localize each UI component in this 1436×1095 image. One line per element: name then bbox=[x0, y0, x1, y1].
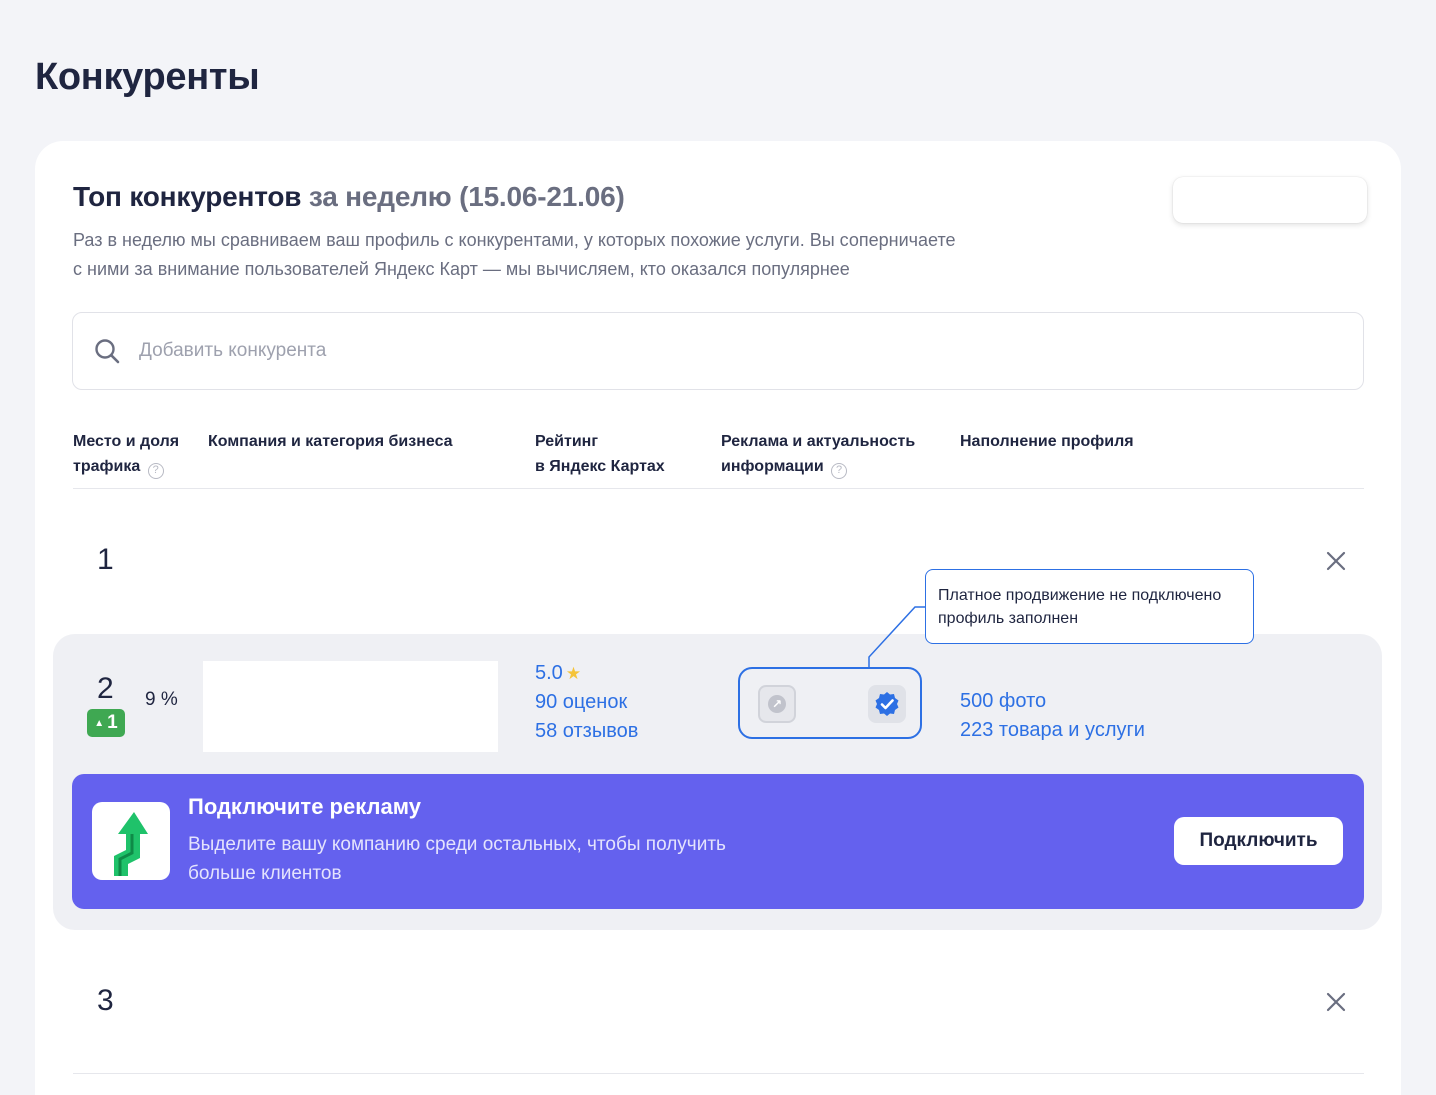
row-3-rank: 3 bbox=[97, 984, 114, 1017]
column-header-rating-line1: Рейтинг bbox=[535, 433, 599, 450]
column-header-rating-line2: в Яндекс Картах bbox=[535, 458, 665, 475]
arrow-up-right-icon: ↗ bbox=[768, 695, 786, 713]
promo-text-line2: больше клиентов bbox=[188, 863, 342, 884]
column-header-ads-line2: информации bbox=[721, 458, 824, 475]
ads-status-tooltip: Платное продвижение не подключено профил… bbox=[925, 569, 1254, 644]
rating-value-wrap[interactable]: 5.0 ★ bbox=[535, 659, 638, 688]
card-title: Топ конкурентов за неделю (15.06-21.06) bbox=[73, 181, 625, 213]
tooltip-line1: Платное продвижение не подключено bbox=[938, 587, 1222, 604]
help-icon[interactable]: ? bbox=[831, 463, 848, 479]
check-badge-icon bbox=[875, 692, 899, 716]
column-header-place-line2: трафика bbox=[73, 458, 141, 475]
row-2-rank: 2 bbox=[97, 672, 114, 705]
card-description: Раз в неделю мы сравниваем ваш профиль с… bbox=[73, 226, 1033, 284]
promotion-status-icon: ↗ bbox=[758, 685, 796, 723]
close-icon[interactable] bbox=[1325, 991, 1347, 1013]
rating-block: 5.0 ★ 90 оценок 58 отзывов bbox=[535, 659, 638, 746]
card-title-period: за неделю (15.06-21.06) bbox=[308, 181, 625, 212]
add-competitor-search[interactable] bbox=[72, 312, 1364, 390]
card-description-line2: с ними за внимание пользователей Яндекс … bbox=[73, 259, 850, 279]
period-select-button[interactable] bbox=[1173, 177, 1367, 223]
growth-arrow-icon bbox=[92, 802, 170, 880]
promo-text-line1: Выделите вашу компанию среди остальных, … bbox=[188, 834, 726, 855]
tooltip-line2: профиль заполнен bbox=[938, 610, 1079, 627]
products-count-link[interactable]: 223 товара и услуги bbox=[960, 716, 1145, 745]
search-input[interactable] bbox=[139, 333, 1319, 369]
ad-promo-banner: Подключите рекламу Выделите вашу компани… bbox=[72, 774, 1364, 909]
rank-change-value: 1 bbox=[107, 712, 118, 733]
column-header-place-line2-wrap: трафика ? bbox=[73, 454, 179, 479]
competitors-card: Топ конкурентов за неделю (15.06-21.06) … bbox=[35, 141, 1401, 1095]
column-header-ads: Реклама и актуальность информации ? bbox=[721, 429, 915, 479]
card-title-main: Топ конкурентов bbox=[73, 181, 302, 212]
card-description-line1: Раз в неделю мы сравниваем ваш профиль с… bbox=[73, 230, 956, 250]
page-title: Конкуренты bbox=[35, 56, 260, 98]
ratings-count-link[interactable]: 90 оценок bbox=[535, 688, 638, 717]
row-divider bbox=[73, 1073, 1364, 1074]
column-header-company: Компания и категория бизнеса bbox=[208, 433, 453, 450]
star-icon: ★ bbox=[565, 664, 582, 683]
profile-verified-icon bbox=[868, 685, 906, 723]
search-icon bbox=[95, 339, 120, 364]
column-header-place-line1: Место и доля bbox=[73, 433, 180, 450]
traffic-share: 9 % bbox=[145, 689, 178, 710]
growth-arrow-graphic bbox=[114, 812, 148, 876]
column-header-place: Место и доля трафика ? bbox=[73, 429, 179, 479]
column-header-profile: Наполнение профиля bbox=[960, 433, 1134, 450]
ads-status-box[interactable]: ↗ bbox=[738, 667, 922, 739]
promo-text: Выделите вашу компанию среди остальных, … bbox=[188, 830, 788, 888]
photos-count-link[interactable]: 500 фото bbox=[960, 687, 1145, 716]
reviews-count-link[interactable]: 58 отзывов bbox=[535, 717, 638, 746]
column-header-rating: Рейтинг в Яндекс Картах bbox=[535, 429, 665, 479]
rating-value: 5.0 bbox=[535, 662, 563, 684]
connect-ads-button[interactable]: Подключить bbox=[1174, 817, 1343, 865]
company-info[interactable] bbox=[203, 661, 498, 752]
rank-change-badge: ▲ 1 bbox=[87, 709, 125, 737]
header-divider bbox=[73, 488, 1364, 489]
row-1-rank: 1 bbox=[97, 543, 114, 576]
tooltip-connector bbox=[868, 606, 927, 667]
column-header-ads-line1: Реклама и актуальность bbox=[721, 433, 916, 450]
column-header-ads-line2-wrap: информации ? bbox=[721, 454, 915, 479]
help-icon[interactable]: ? bbox=[147, 463, 164, 479]
close-icon[interactable] bbox=[1325, 550, 1347, 572]
promo-title: Подключите рекламу bbox=[188, 794, 421, 819]
profile-fill-block: 500 фото 223 товара и услуги bbox=[960, 687, 1145, 745]
arrow-up-icon: ▲ bbox=[94, 717, 105, 729]
